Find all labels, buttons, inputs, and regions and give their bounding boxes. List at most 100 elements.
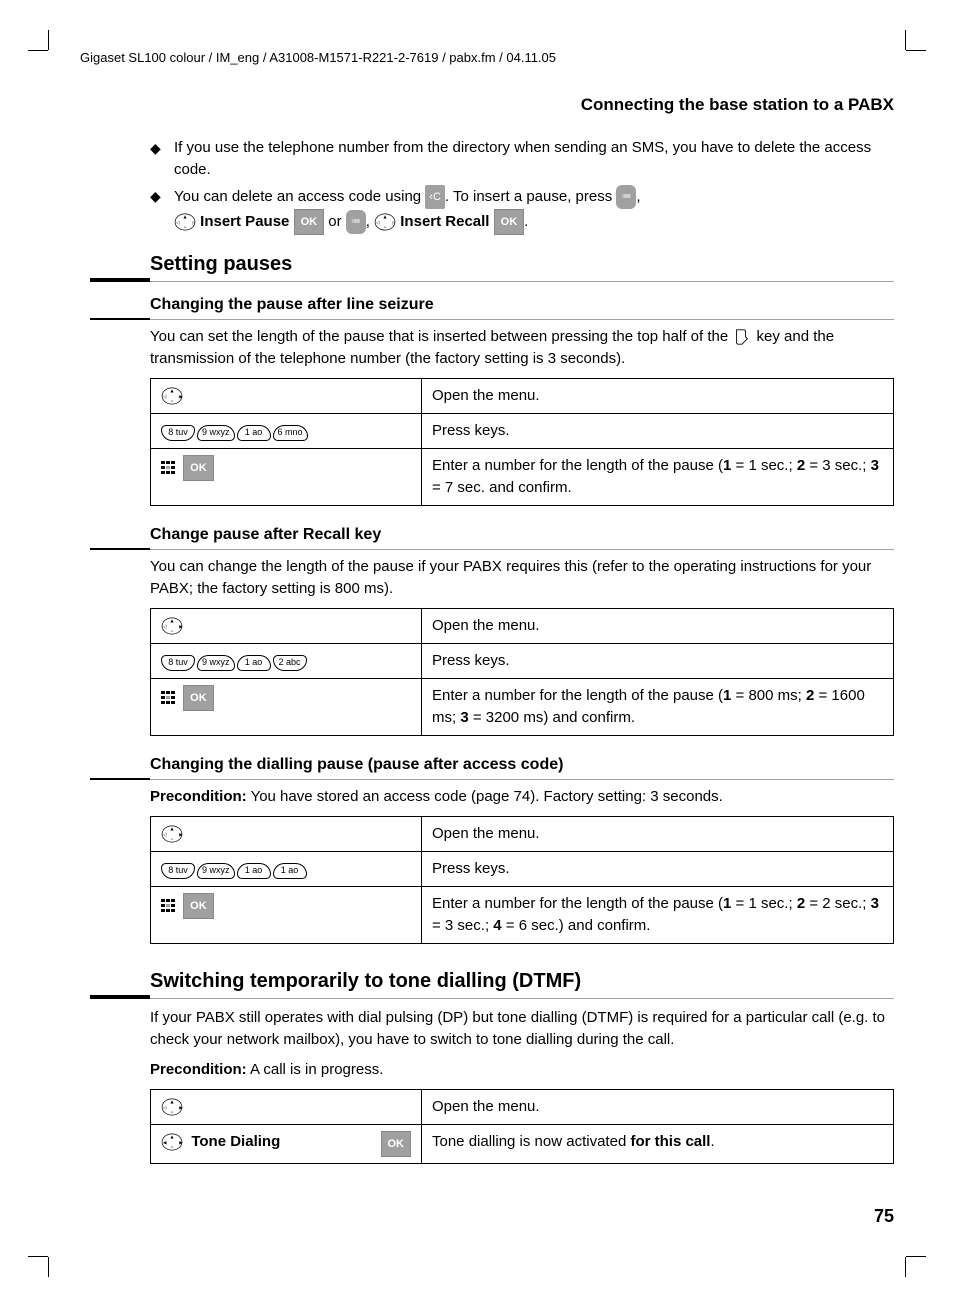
step-key-cell: ▲▫◀▶ Tone Dialing OK bbox=[151, 1125, 422, 1164]
heading-line-seizure: Changing the pause after line seizure bbox=[150, 296, 894, 314]
paragraph: You can change the length of the pause i… bbox=[150, 556, 894, 600]
table-row: 8 tuv9 wxyz1 ao1 ao Press keys. bbox=[151, 852, 894, 887]
svg-text:▲: ▲ bbox=[169, 1134, 174, 1140]
paragraph: Precondition: A call is in progress. bbox=[150, 1059, 894, 1081]
paragraph: Precondition: You have stored an access … bbox=[150, 786, 894, 808]
bullet-item: ◆ If you use the telephone number from t… bbox=[150, 137, 894, 181]
keypad-icon bbox=[161, 461, 177, 475]
menu-key-icon: ≔ bbox=[346, 210, 366, 234]
keycap-1-icon: 1 ao bbox=[237, 863, 271, 879]
table-row: OK Enter a number for the length of the … bbox=[151, 887, 894, 944]
svg-text:▶: ▶ bbox=[179, 832, 183, 837]
keycap-9-icon: 9 wxyz bbox=[197, 863, 235, 879]
svg-text:▫: ▫ bbox=[171, 1145, 173, 1151]
step-key-cell: OK bbox=[151, 887, 422, 944]
table-row: ▲▫◁▶ Open the menu. bbox=[151, 609, 894, 644]
ok-key-icon: OK bbox=[183, 455, 214, 481]
ok-key-icon: OK bbox=[294, 209, 325, 235]
step-desc-cell: Enter a number for the length of the pau… bbox=[422, 887, 894, 944]
steps-table: ▲▫◁▶ Open the menu. ▲▫◀▶ Tone Dialing OK… bbox=[150, 1089, 894, 1164]
clear-key-icon: ‹C bbox=[425, 185, 445, 209]
step-key-cell: ▲ ▫ ◁ ▶ bbox=[151, 1090, 422, 1125]
ok-key-icon: OK bbox=[183, 893, 214, 919]
table-row: ▲ ▫ ◁ ▶ Open the menu. bbox=[151, 379, 894, 414]
keypad-icon bbox=[161, 899, 177, 913]
step-desc-cell: Open the menu. bbox=[422, 379, 894, 414]
step-desc-cell: Open the menu. bbox=[422, 817, 894, 852]
svg-text:◁: ◁ bbox=[376, 220, 380, 225]
svg-text:▫: ▫ bbox=[171, 1110, 173, 1116]
heading-setting-pauses: Setting pauses bbox=[150, 253, 894, 276]
step-desc-cell: Tone dialling is now activated for this … bbox=[422, 1125, 894, 1164]
keycap-8-icon: 8 tuv bbox=[161, 655, 195, 671]
table-row: OK Enter a number for the length of the … bbox=[151, 679, 894, 736]
diamond-icon: ◆ bbox=[150, 185, 174, 235]
section-title: Connecting the base station to a PABX bbox=[150, 95, 894, 115]
steps-table: ▲▫◁▶ Open the menu. 8 tuv9 wxyz1 ao2 abc… bbox=[150, 608, 894, 736]
svg-text:◁: ◁ bbox=[163, 832, 167, 837]
heading-recall: Change pause after Recall key bbox=[150, 526, 894, 544]
table-row: ▲ ▫ ◁ ▶ Open the menu. bbox=[151, 1090, 894, 1125]
svg-text:▲: ▲ bbox=[169, 388, 174, 394]
talk-key-icon bbox=[732, 328, 752, 346]
step-desc-cell: Enter a number for the length of the pau… bbox=[422, 679, 894, 736]
step-desc-cell: Open the menu. bbox=[422, 1090, 894, 1125]
svg-text:▫: ▫ bbox=[184, 225, 186, 231]
nav-key-icon: ▲ ▫ ◁ ▷ bbox=[374, 213, 396, 231]
svg-text:▷: ▷ bbox=[392, 220, 396, 225]
menu-key-icon: ≔ bbox=[616, 185, 636, 209]
svg-text:◀: ◀ bbox=[163, 1140, 167, 1145]
page-number: 75 bbox=[874, 1206, 894, 1227]
svg-text:▫: ▫ bbox=[384, 225, 386, 231]
ok-key-icon: OK bbox=[183, 685, 214, 711]
keycap-1-icon: 1 ao bbox=[273, 863, 307, 879]
steps-table: ▲ ▫ ◁ ▶ Open the menu. 8 tuv9 wxyz1 ao6 mno… bbox=[150, 378, 894, 506]
heading-dtmf: Switching temporarily to tone dialling (… bbox=[150, 970, 894, 993]
step-key-cell: 8 tuv9 wxyz1 ao6 mno bbox=[151, 414, 422, 449]
svg-text:◁: ◁ bbox=[176, 220, 180, 225]
step-key-cell: OK bbox=[151, 449, 422, 506]
svg-text:▶: ▶ bbox=[179, 394, 183, 399]
svg-text:▶: ▶ bbox=[179, 624, 183, 629]
step-key-cell: OK bbox=[151, 679, 422, 736]
heading-dialling-pause: Changing the dialling pause (pause after… bbox=[150, 756, 894, 774]
keycap-8-icon: 8 tuv bbox=[161, 425, 195, 441]
svg-text:▲: ▲ bbox=[169, 826, 174, 832]
keycap-2-icon: 2 abc bbox=[273, 655, 307, 671]
step-desc-cell: Press keys. bbox=[422, 644, 894, 679]
diamond-icon: ◆ bbox=[150, 137, 174, 181]
step-desc-cell: Press keys. bbox=[422, 852, 894, 887]
keycap-1-icon: 1 ao bbox=[237, 655, 271, 671]
step-key-cell: ▲▫◁▶ bbox=[151, 609, 422, 644]
ok-key-icon: OK bbox=[494, 209, 525, 235]
keypad-icon bbox=[161, 691, 177, 705]
step-key-cell: ▲ ▫ ◁ ▶ bbox=[151, 379, 422, 414]
bullet-item: ◆ You can delete an access code using ‹C… bbox=[150, 185, 894, 235]
table-row: 8 tuv9 wxyz1 ao2 abc Press keys. bbox=[151, 644, 894, 679]
svg-text:▫: ▫ bbox=[171, 629, 173, 635]
keycap-1-icon: 1 ao bbox=[237, 425, 271, 441]
keycap-9-icon: 9 wxyz bbox=[197, 655, 235, 671]
keycap-9-icon: 9 wxyz bbox=[197, 425, 235, 441]
table-row: 8 tuv9 wxyz1 ao6 mno Press keys. bbox=[151, 414, 894, 449]
steps-table: ▲▫◁▶ Open the menu. 8 tuv9 wxyz1 ao1 ao … bbox=[150, 816, 894, 944]
nav-key-icon: ▲ ▫ ◁ ▶ bbox=[161, 1098, 183, 1116]
svg-text:▷: ▷ bbox=[192, 220, 196, 225]
nav-key-icon: ▲▫◁▷ bbox=[174, 213, 196, 231]
table-row: OK Enter a number for the length of the … bbox=[151, 449, 894, 506]
paragraph: You can set the length of the pause that… bbox=[150, 326, 894, 370]
svg-text:▲: ▲ bbox=[382, 214, 387, 220]
bullet-text: You can delete an access code using ‹C. … bbox=[174, 185, 894, 235]
svg-text:▫: ▫ bbox=[171, 399, 173, 405]
svg-text:◁: ◁ bbox=[163, 394, 167, 399]
svg-text:▲: ▲ bbox=[169, 1099, 174, 1105]
keycap-6-icon: 6 mno bbox=[273, 425, 308, 441]
header-docpath: Gigaset SL100 colour / IM_eng / A31008-M… bbox=[80, 50, 894, 65]
paragraph: If your PABX still operates with dial pu… bbox=[150, 1007, 894, 1051]
svg-text:◁: ◁ bbox=[163, 1105, 167, 1110]
nav-key-icon: ▲ ▫ ◁ ▶ bbox=[161, 387, 183, 405]
svg-text:▶: ▶ bbox=[179, 1105, 183, 1110]
step-key-cell: 8 tuv9 wxyz1 ao1 ao bbox=[151, 852, 422, 887]
svg-text:▲: ▲ bbox=[169, 618, 174, 624]
step-desc-cell: Press keys. bbox=[422, 414, 894, 449]
